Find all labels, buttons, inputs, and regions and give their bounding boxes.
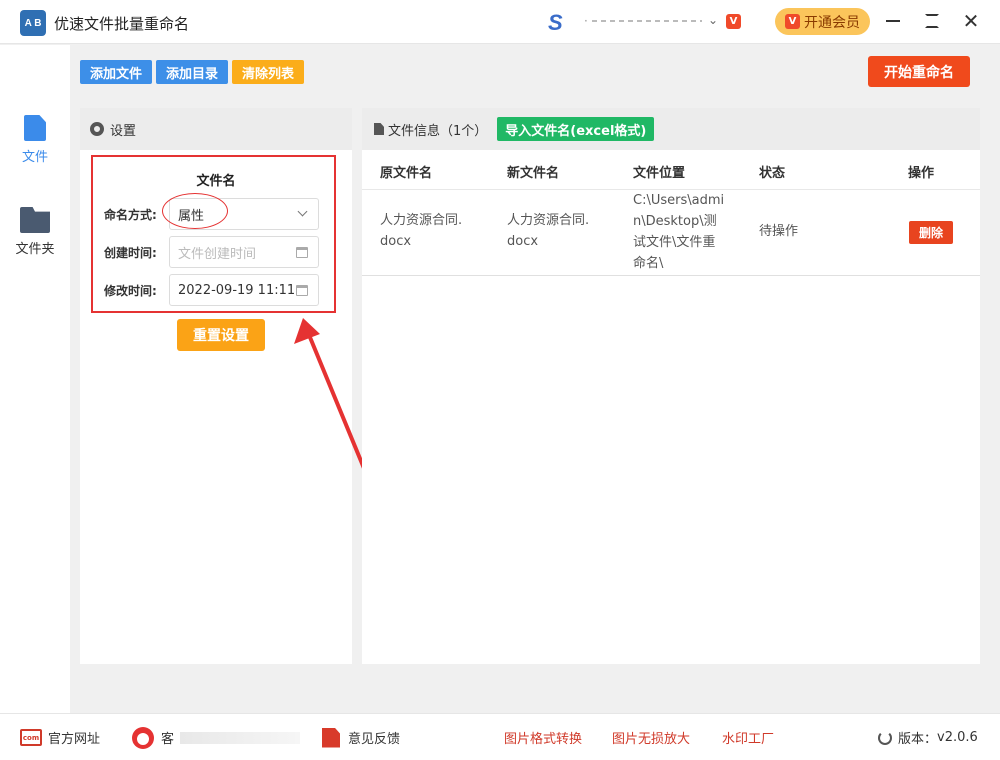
- customer-service-icon: [132, 726, 154, 749]
- image-convert-link[interactable]: 图片格式转换: [504, 714, 582, 760]
- new-name-cell: 人力资源合同. docx: [507, 213, 590, 249]
- file-info-panel: 文件信息（1个） 导入文件名(excel格式) 原文件名 新文件名 文件位置 状…: [362, 108, 980, 664]
- naming-mode-select[interactable]: 属性: [169, 198, 319, 230]
- reset-settings-button[interactable]: 重置设置: [177, 319, 265, 351]
- file-info-title: 文件信息（1个）: [388, 123, 488, 139]
- calendar-icon: [296, 285, 308, 296]
- user-avatar[interactable]: S: [548, 12, 576, 34]
- import-filenames-button[interactable]: 导入文件名(excel格式): [497, 117, 655, 141]
- modified-time-picker[interactable]: 2022-09-19 11:11: [169, 274, 319, 306]
- section-title: 文件名: [196, 174, 236, 189]
- minimize-icon: [886, 20, 900, 22]
- website-icon: com: [20, 729, 42, 746]
- modified-time-label: 修改时间:: [104, 283, 157, 298]
- version-info[interactable]: 版本： v2.0.6: [878, 714, 978, 760]
- official-site-link[interactable]: com 官方网址: [20, 714, 100, 760]
- settings-header: 设置: [80, 108, 352, 150]
- modified-time-row: 修改时间: 2022-09-19 11:11: [104, 274, 322, 306]
- user-name[interactable]: ·: [584, 14, 704, 28]
- location-cell: C:\Users\admi n\Desktop\测 试文件\文件重 命名\: [633, 193, 725, 271]
- delete-button[interactable]: 删除: [909, 221, 953, 244]
- naming-mode-label: 命名方式:: [104, 207, 157, 222]
- title-bar: A B 优速文件批量重命名 S · ⌄ V V 开通会员 ✕: [0, 0, 1000, 44]
- chevron-down-icon: [297, 206, 308, 217]
- vip-badge-icon: V: [726, 14, 741, 29]
- refresh-icon: [878, 730, 892, 745]
- document-icon: [374, 123, 384, 135]
- watermark-factory-link[interactable]: 水印工厂: [722, 714, 774, 760]
- customer-service-link[interactable]: 客: [132, 714, 301, 760]
- close-icon: ✕: [962, 9, 980, 33]
- status-cell: 待操作: [759, 224, 799, 239]
- sidebar-item-label: 文件: [21, 150, 48, 165]
- column-original-name: 原文件名: [380, 166, 433, 181]
- created-time-picker[interactable]: 文件创建时间: [169, 236, 319, 268]
- add-directory-button[interactable]: 添加目录: [156, 60, 228, 84]
- folder-icon: [20, 207, 50, 233]
- created-time-label: 创建时间:: [104, 245, 157, 260]
- add-file-button[interactable]: 添加文件: [80, 60, 152, 84]
- settings-panel: 设置 文件名 命名方式: 属性 创建时间: 文件创建时间 修改时间: 2022-…: [80, 108, 352, 664]
- column-action: 操作: [908, 166, 935, 181]
- open-vip-button[interactable]: V 开通会员: [775, 8, 870, 35]
- chevron-down-icon[interactable]: ⌄: [708, 13, 718, 27]
- sidebar-item-folder[interactable]: 文件夹: [0, 207, 70, 271]
- sidebar: 文件 文件夹: [0, 45, 70, 713]
- settings-title: 设置: [110, 123, 137, 139]
- maximize-icon: [925, 14, 939, 28]
- footer: com 官方网址 客 意见反馈 图片格式转换 图片无损放大 水印工厂 版本： v…: [0, 713, 1000, 760]
- modified-time-value: 2022-09-19 11:11: [178, 282, 296, 298]
- sidebar-item-files[interactable]: 文件: [0, 115, 70, 179]
- created-time-placeholder: 文件创建时间: [178, 246, 257, 262]
- gear-icon: [90, 122, 104, 136]
- feedback-link[interactable]: 意见反馈: [322, 714, 400, 760]
- table-row[interactable]: 人力资源合同. docx 人力资源合同. docx C:\Users\admi …: [362, 190, 980, 276]
- table-header: 原文件名 新文件名 文件位置 状态 操作: [362, 150, 980, 190]
- column-status: 状态: [759, 166, 786, 181]
- app-logo: A B: [20, 10, 46, 36]
- file-icon: [24, 115, 46, 141]
- column-location: 文件位置: [633, 166, 686, 181]
- original-name-cell: 人力资源合同. docx: [380, 213, 463, 249]
- redacted-text: [180, 731, 301, 744]
- minimize-button[interactable]: [881, 9, 905, 33]
- sidebar-item-label: 文件夹: [15, 242, 55, 257]
- naming-mode-row: 命名方式: 属性: [104, 198, 322, 230]
- maximize-button[interactable]: [920, 9, 944, 33]
- clear-list-button[interactable]: 清除列表: [232, 60, 304, 84]
- app-title: 优速文件批量重命名: [54, 15, 190, 33]
- start-rename-button[interactable]: 开始重命名: [868, 56, 970, 87]
- naming-mode-value: 属性: [178, 208, 205, 224]
- feedback-icon: [322, 727, 340, 748]
- close-button[interactable]: ✕: [959, 9, 983, 33]
- column-new-name: 新文件名: [507, 166, 560, 181]
- open-vip-label: 开通会员: [804, 14, 860, 31]
- vip-icon: V: [785, 14, 800, 29]
- file-info-header: 文件信息（1个） 导入文件名(excel格式): [362, 108, 980, 150]
- created-time-row: 创建时间: 文件创建时间: [104, 236, 322, 268]
- calendar-icon: [296, 247, 308, 258]
- image-enlarge-link[interactable]: 图片无损放大: [612, 714, 690, 760]
